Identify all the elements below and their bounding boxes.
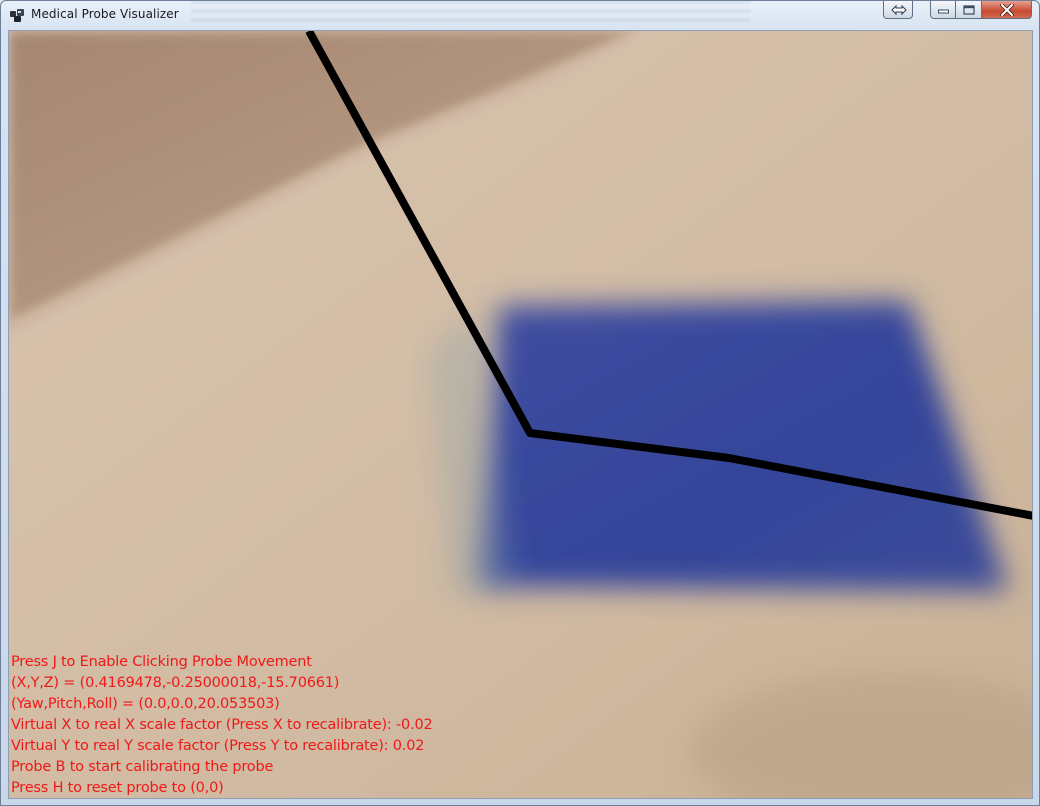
snap-icon bbox=[891, 4, 907, 16]
overlay-line-y-scale: Virtual Y to real Y scale factor (Press … bbox=[11, 738, 425, 754]
probe-viewport[interactable]: Press J to Enable Clicking Probe Movemen… bbox=[8, 30, 1033, 799]
overlay-line-reset: Press H to reset probe to (0,0) bbox=[11, 780, 224, 796]
maximize-button[interactable] bbox=[956, 1, 982, 19]
maximize-icon bbox=[963, 5, 975, 15]
overlay-line-x-scale: Virtual X to real X scale factor (Press … bbox=[11, 717, 433, 733]
caption-buttons bbox=[930, 1, 1032, 19]
status-overlay: Press J to Enable Clicking Probe Movemen… bbox=[11, 652, 433, 798]
minimize-button[interactable] bbox=[930, 1, 956, 19]
title-bar[interactable]: Medical Probe Visualizer bbox=[1, 1, 1039, 29]
close-button[interactable] bbox=[982, 1, 1032, 19]
app-window: Medical Probe Visualizer Press J to Enab… bbox=[0, 0, 1040, 806]
overlay-line-orientation: (Yaw,Pitch,Roll) = (0.0,0.0,20.053503) bbox=[11, 696, 280, 712]
close-icon bbox=[1000, 4, 1014, 16]
minimize-icon bbox=[938, 9, 949, 14]
app-logo-icon bbox=[9, 7, 25, 23]
overlay-line-calibrate: Probe B to start calibrating the probe bbox=[11, 759, 274, 775]
overlay-line-position: (X,Y,Z) = (0.4169478,-0.25000018,-15.706… bbox=[11, 675, 340, 691]
background-code-blur bbox=[191, 1, 751, 23]
snap-button[interactable] bbox=[883, 1, 913, 19]
overlay-line-enable-clicking: Press J to Enable Clicking Probe Movemen… bbox=[11, 654, 312, 670]
window-title: Medical Probe Visualizer bbox=[31, 7, 179, 21]
